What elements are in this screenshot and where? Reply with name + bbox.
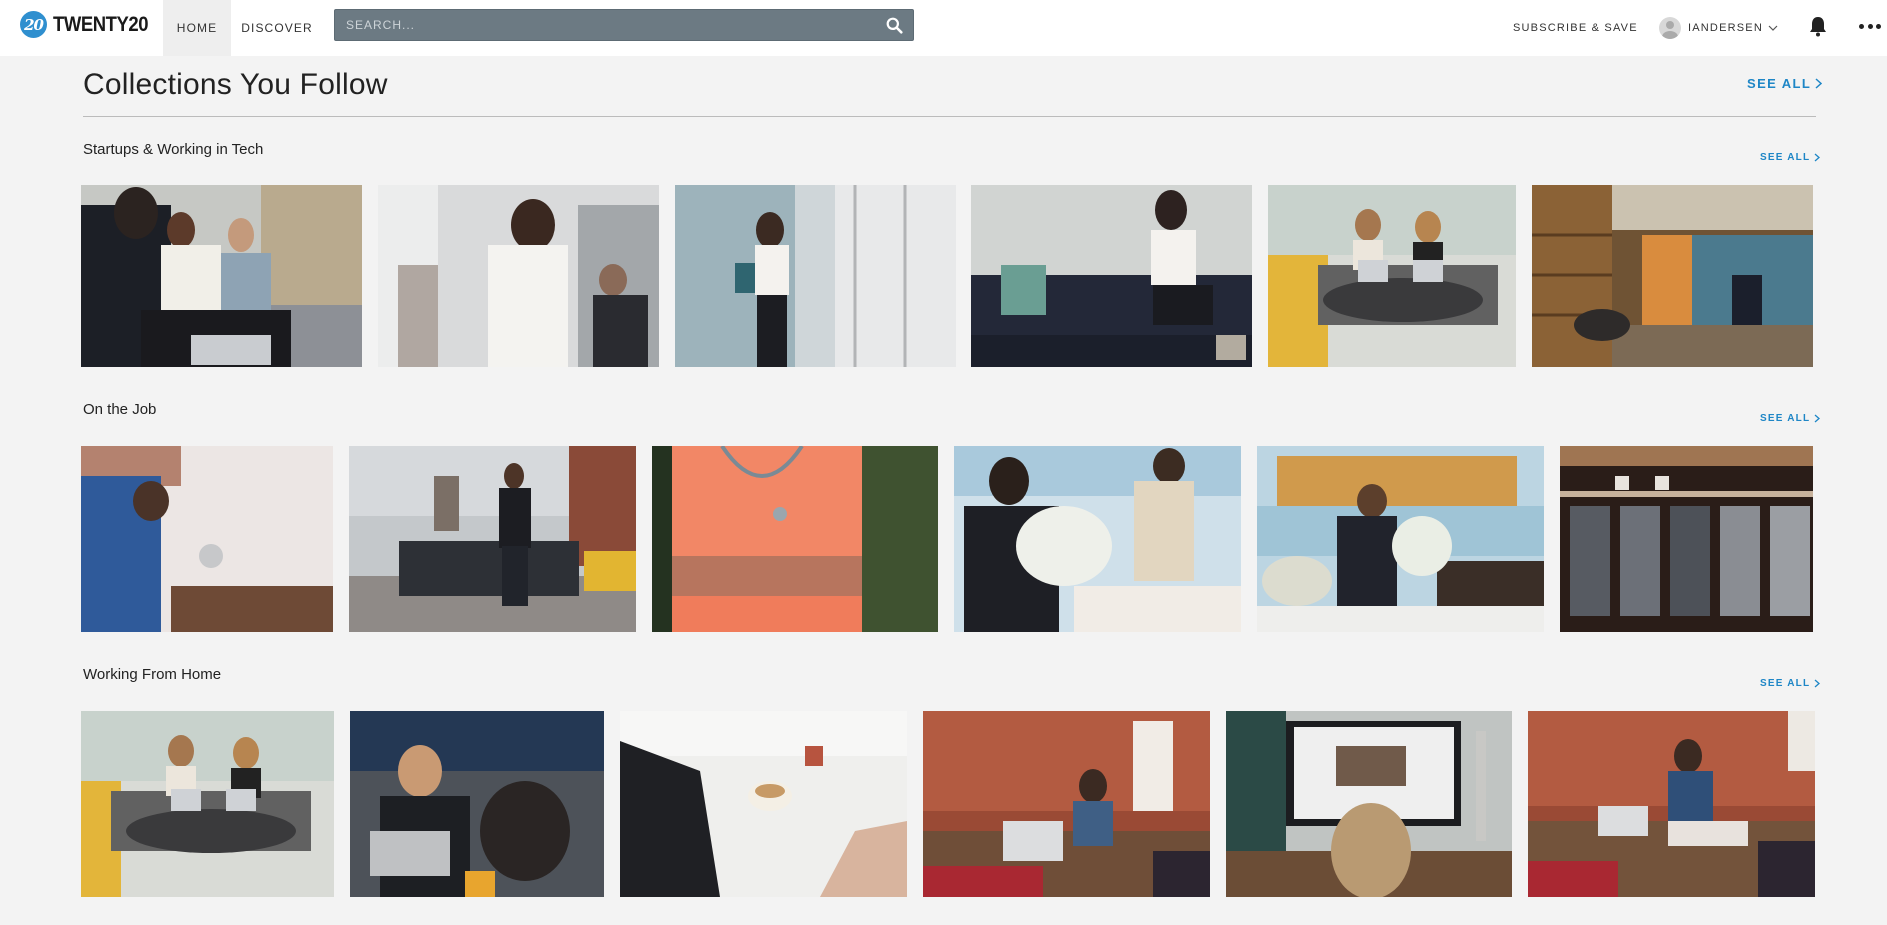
nav-tab-home[interactable]: HOME (163, 0, 231, 56)
see-all-label: SEE ALL (1760, 678, 1811, 689)
chevron-right-icon (1814, 414, 1821, 423)
username-label: IANDERSEN (1688, 22, 1763, 34)
chevron-right-icon (1815, 78, 1823, 89)
user-menu[interactable]: IANDERSEN (1659, 0, 1778, 56)
see-all-on-the-job-link[interactable]: SEE ALL (1760, 413, 1821, 424)
photo-locker-room-jerseys[interactable] (1560, 446, 1813, 632)
search-bar[interactable] (334, 9, 914, 41)
top-navbar: 20 TWENTY20 HOME DISCOVER SUBSCRIBE & SA… (0, 0, 1887, 56)
photo-hand-writing-coffee[interactable] (620, 711, 907, 897)
search-icon[interactable] (886, 17, 903, 34)
collection-title-on-the-job[interactable]: On the Job (83, 401, 156, 418)
subscribe-save-link[interactable]: SUBSCRIBE & SAVE (1513, 0, 1638, 56)
bell-icon[interactable] (1808, 15, 1828, 37)
collection-title-working-from-home[interactable]: Working From Home (83, 666, 221, 683)
photo-person-at-imac[interactable] (1226, 711, 1512, 897)
page-title: Collections You Follow (83, 68, 388, 101)
photo-nurse-stethoscope[interactable] (652, 446, 938, 632)
photo-man-standing-by-taxi[interactable] (349, 446, 636, 632)
logo-badge: 20 (20, 11, 47, 38)
photo-florist-bouquet[interactable] (1257, 446, 1544, 632)
logo-wordmark: TWENTY20 (53, 12, 149, 36)
photo-office-hallway-bookshelves[interactable] (1532, 185, 1813, 367)
collection-title-startups[interactable]: Startups & Working in Tech (83, 141, 263, 158)
chevron-down-icon (1768, 25, 1778, 31)
photo-seamstress-brick-wall[interactable] (923, 711, 1210, 897)
photo-two-women-laptops-perk[interactable] (1268, 185, 1516, 367)
divider (83, 116, 1816, 117)
see-all-working-from-home-link[interactable]: SEE ALL (1760, 678, 1821, 689)
see-all-label: SEE ALL (1760, 413, 1811, 424)
photo-woman-reading-phone-window[interactable] (675, 185, 956, 367)
twenty20-logo[interactable]: 20 TWENTY20 (20, 11, 161, 38)
chevron-right-icon (1814, 153, 1821, 162)
see-all-collections-link[interactable]: SEE ALL (1747, 76, 1823, 91)
more-options-icon[interactable] (1859, 18, 1881, 34)
photo-team-meeting-laptop[interactable] (81, 185, 362, 367)
photo-two-women-laptops-perk-home[interactable] (81, 711, 334, 897)
avatar (1659, 17, 1681, 39)
photo-woman-glasses-presenting[interactable] (378, 185, 659, 367)
see-all-label: SEE ALL (1747, 76, 1812, 91)
chevron-right-icon (1814, 679, 1821, 688)
photo-smiling-man-laptop[interactable] (350, 711, 604, 897)
photo-worker-fixing-pipe[interactable] (81, 446, 333, 632)
photo-woman-sitting-sofa[interactable] (971, 185, 1252, 367)
see-all-label: SEE ALL (1760, 152, 1811, 163)
search-input[interactable] (335, 10, 875, 40)
see-all-startups-link[interactable]: SEE ALL (1760, 152, 1821, 163)
photo-seamstress-sewing[interactable] (1528, 711, 1815, 897)
photo-florists-arranging[interactable] (954, 446, 1241, 632)
nav-tab-discover[interactable]: DISCOVER (231, 0, 323, 56)
